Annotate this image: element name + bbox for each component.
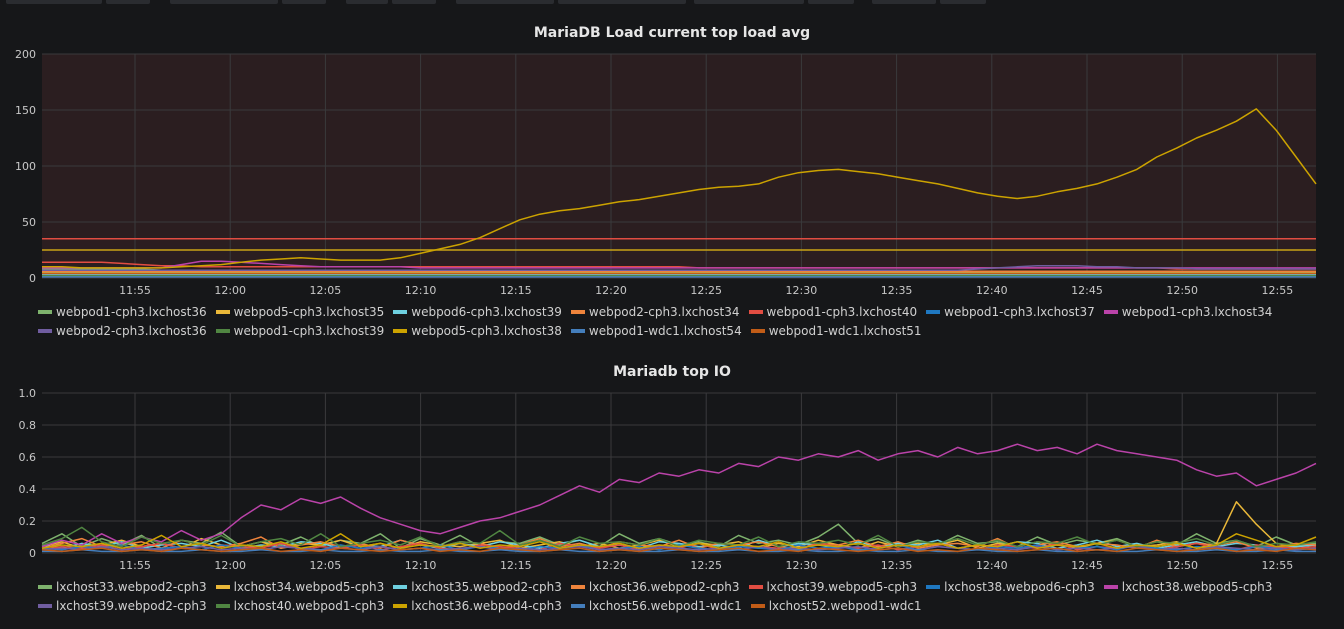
legend-swatch <box>393 603 408 608</box>
y-tick-label: 0.2 <box>19 515 37 528</box>
legend-label: lxchost34.webpod5-cph3 <box>233 580 385 594</box>
legend-swatch <box>750 603 765 608</box>
x-tick-label: 12:25 <box>690 559 722 572</box>
x-tick-label: 12:00 <box>214 559 246 572</box>
x-tick-label: 12:35 <box>881 559 913 572</box>
legend-label: lxchost52.webpod1-wdc1 <box>768 599 922 613</box>
x-tick-label: 12:45 <box>1071 559 1103 572</box>
legend-label: lxchost38.webpod6-cph3 <box>944 580 1095 594</box>
series-line <box>41 443 1317 548</box>
legend-item[interactable]: lxchost39.webpod5-cph3 <box>748 580 918 594</box>
legend-label: lxchost39.webpod5-cph3 <box>766 580 918 594</box>
top-io-chart: 0 0.2 0.4 0.6 0.8 1.0 11:55 12:00 12:05 12:10 12:1… <box>19 387 1317 572</box>
legend-swatch <box>38 603 52 608</box>
legend-label: lxchost33.webpod2-cph3 <box>56 580 207 594</box>
legend-swatch <box>1103 584 1118 589</box>
x-tick-label: 12:20 <box>595 559 627 572</box>
y-tick-label: 0.4 <box>19 483 37 496</box>
legend-item[interactable]: lxchost33.webpod2-cph3 <box>38 580 207 594</box>
legend-label: lxchost36.webpod4-cph3 <box>411 599 562 613</box>
legend-item[interactable]: lxchost38.webpod6-cph3 <box>926 580 1095 594</box>
legend-item[interactable]: lxchost34.webpod5-cph3 <box>215 580 385 594</box>
legend-swatch <box>38 584 52 589</box>
legend-swatch <box>570 584 585 589</box>
legend-item[interactable]: lxchost40.webpod1-cph3 <box>215 599 385 613</box>
x-tick-label: 12:10 <box>405 559 437 572</box>
x-tick-label: 12:40 <box>976 559 1008 572</box>
x-tick-label: 12:30 <box>786 559 818 572</box>
legend-swatch <box>926 584 941 589</box>
legend-item[interactable]: lxchost38.webpod5-cph3 <box>1103 580 1273 594</box>
legend-row: lxchost39.webpod2-cph3 lxchost40.webpod1-… <box>38 599 1328 618</box>
legend-swatch <box>215 584 230 589</box>
legend-item[interactable]: lxchost35.webpod2-cph3 <box>393 580 562 594</box>
legend-swatch <box>215 603 230 608</box>
x-tick-label: 11:55 <box>119 559 151 572</box>
legend-swatch <box>748 584 763 589</box>
legend-label: lxchost38.webpod5-cph3 <box>1121 580 1273 594</box>
legend-label: lxchost36.webpod2-cph3 <box>588 580 740 594</box>
legend-swatch <box>393 584 408 589</box>
legend-row: lxchost33.webpod2-cph3 lxchost34.webpod5-… <box>38 580 1328 599</box>
y-tick-label: 0.8 <box>19 419 37 432</box>
y-tick-label: 1.0 <box>19 387 37 400</box>
legend-item[interactable]: lxchost52.webpod1-wdc1 <box>750 599 922 613</box>
chart-legend: lxchost33.webpod2-cph3 lxchost34.webpod5-… <box>38 580 1328 618</box>
legend-swatch <box>570 603 585 608</box>
legend-item[interactable]: lxchost36.webpod2-cph3 <box>570 580 740 594</box>
legend-item[interactable]: lxchost56.webpod1-wdc1 <box>570 599 742 613</box>
legend-label: lxchost40.webpod1-cph3 <box>233 599 385 613</box>
y-tick-label: 0 <box>29 547 36 560</box>
legend-item[interactable]: lxchost36.webpod4-cph3 <box>393 599 562 613</box>
y-tick-label: 0.6 <box>19 451 37 464</box>
x-tick-label: 12:55 <box>1262 559 1294 572</box>
legend-label: lxchost35.webpod2-cph3 <box>411 580 562 594</box>
x-tick-label: 12:05 <box>310 559 342 572</box>
legend-label: lxchost56.webpod1-wdc1 <box>588 599 742 613</box>
legend-item[interactable]: lxchost39.webpod2-cph3 <box>38 599 207 613</box>
legend-label: lxchost39.webpod2-cph3 <box>56 599 207 613</box>
x-tick-label: 12:15 <box>500 559 532 572</box>
panel-top-io: Mariadb top IO 0 0.2 0.4 0.6 0.8 1.0 11:55 12:0… <box>0 0 1344 629</box>
x-tick-label: 12:50 <box>1166 559 1198 572</box>
